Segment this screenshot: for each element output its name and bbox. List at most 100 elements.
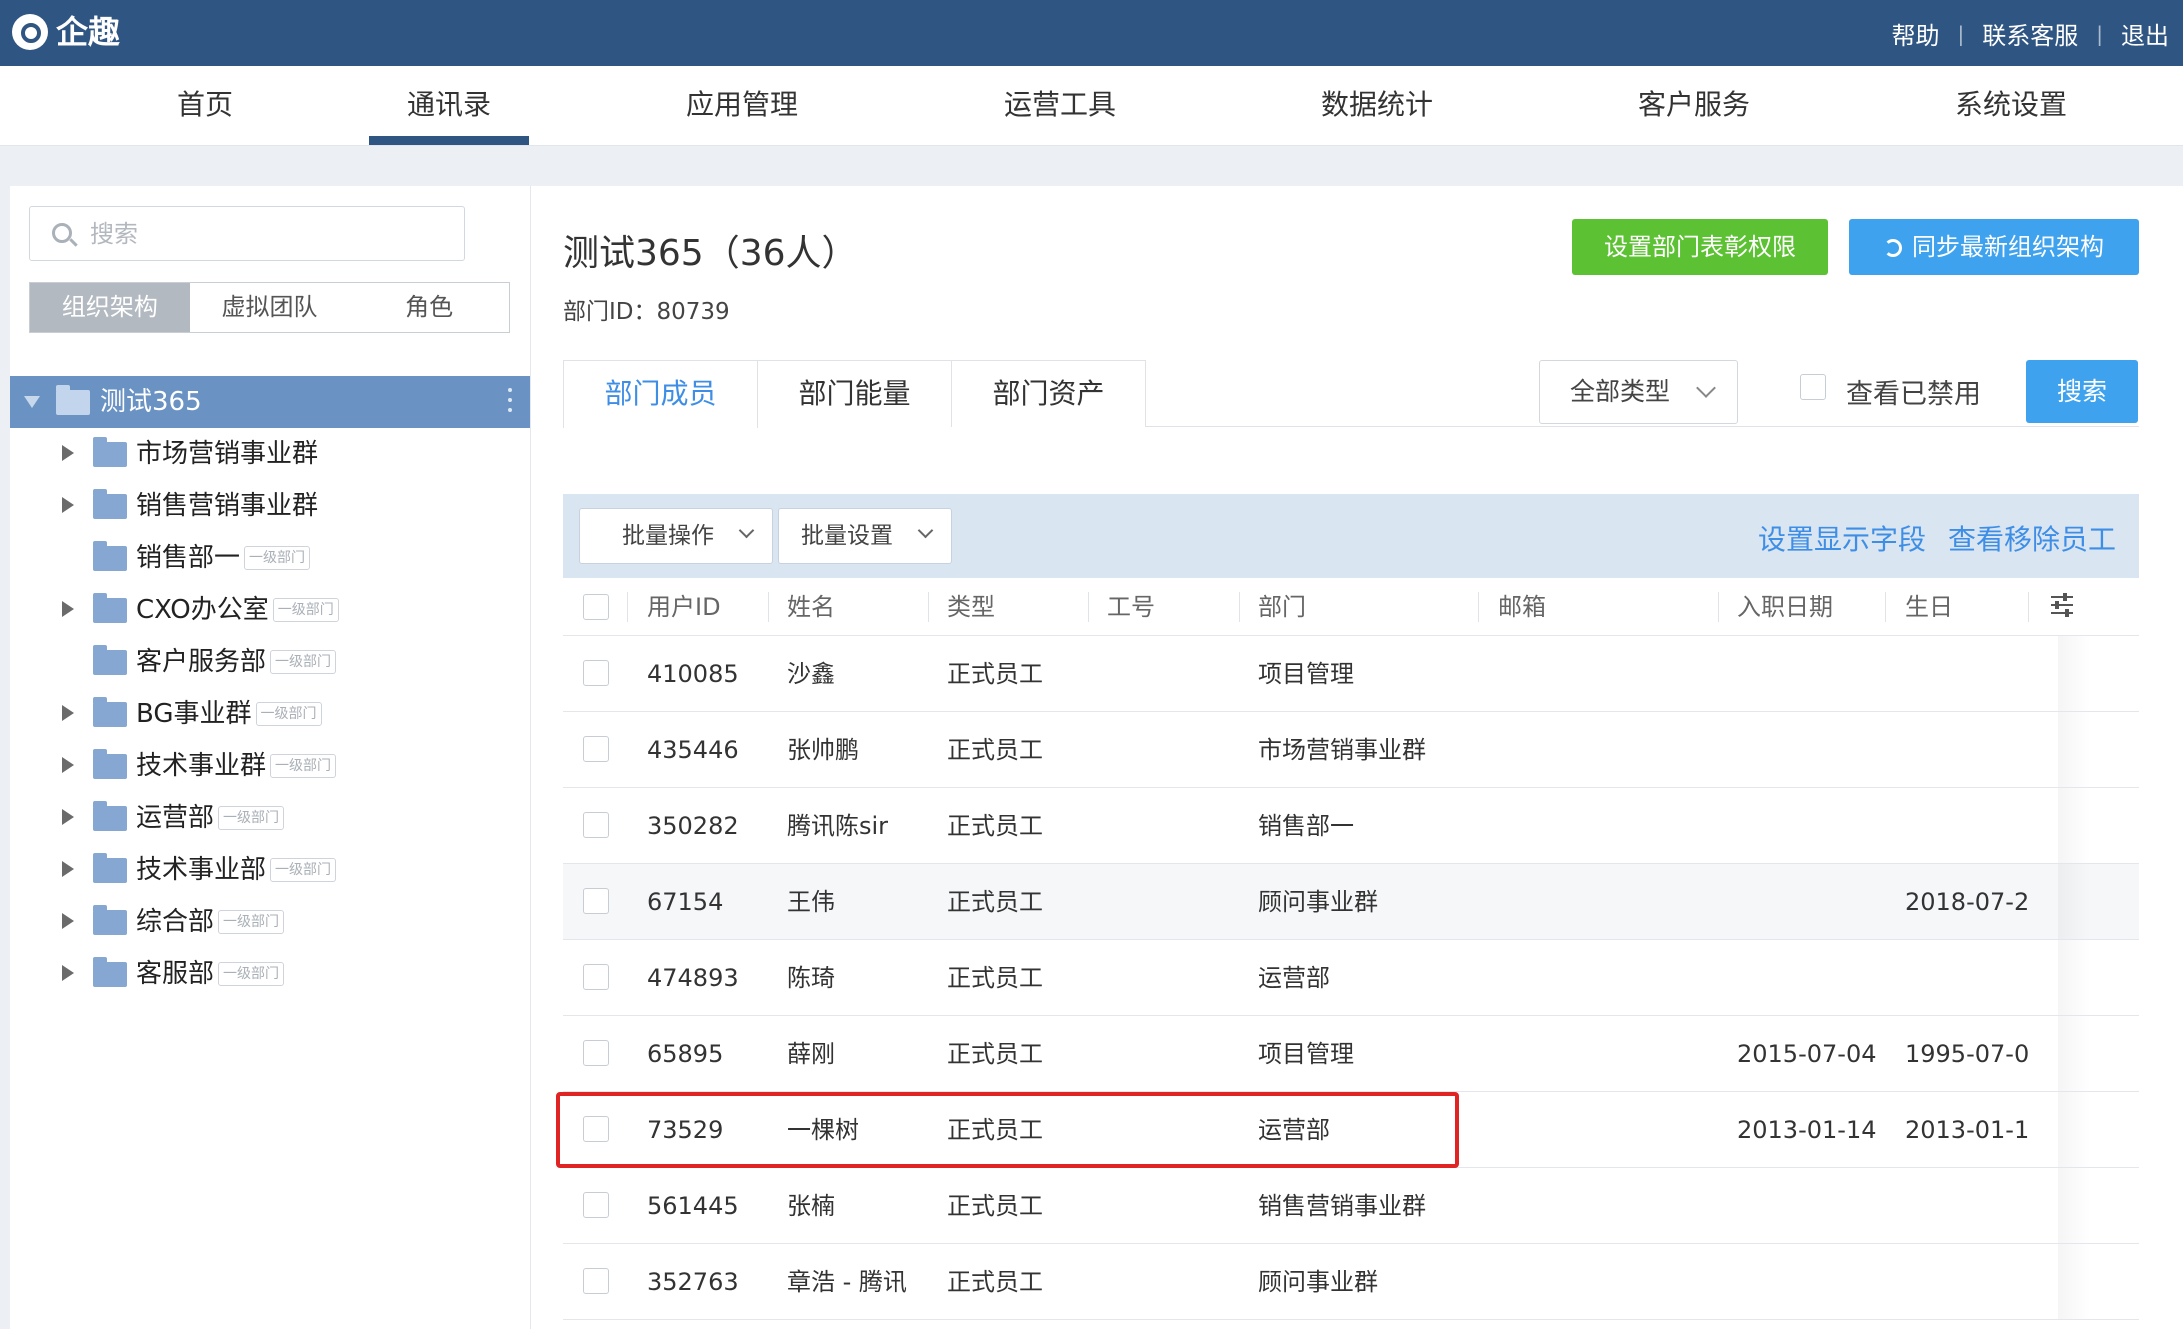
fixed-column-shadow [2058,940,2139,1015]
fixed-column-shadow [2058,1016,2139,1091]
column-separator [627,592,628,622]
column-separator [1478,592,1479,622]
type-select[interactable]: 全部类型 [1539,360,1738,424]
folder-icon [93,437,127,467]
nav-system-settings[interactable]: 系统设置 [1941,66,2081,146]
row-checkbox[interactable] [583,1040,609,1066]
fixed-column-shadow [2058,712,2139,787]
divider: | [2096,21,2103,46]
tree-node-label: 测试365 [100,387,202,417]
table-row[interactable]: 474893 陈琦 正式员工 运营部 [563,940,2139,1016]
row-checkbox[interactable] [583,812,609,838]
column-separator [1239,592,1240,622]
table-row[interactable]: 561445 张楠 正式员工 销售营销事业群 [563,1168,2139,1244]
select-all-checkbox[interactable] [583,594,609,620]
nav-customer-service[interactable]: 客户服务 [1624,66,1764,146]
nav-statistics[interactable]: 数据统计 [1307,66,1447,146]
set-display-fields-link[interactable]: 设置显示字段 [1758,518,1926,558]
col-department[interactable]: 部门 [1258,592,1306,622]
col-name[interactable]: 姓名 [787,592,835,622]
row-checkbox[interactable] [583,1268,609,1294]
contact-support-link[interactable]: 联系客服 [1982,16,2078,51]
more-icon[interactable] [508,388,512,416]
col-join-date[interactable]: 入职日期 [1737,592,1833,622]
tree-node[interactable]: CXO办公室 一级部门 [10,584,530,636]
org-sidebar: 组织架构 虚拟团队 角色 测试365 市场营销事业群 销售营销事业群 销售部一一… [10,186,530,1329]
tree-node[interactable]: 运营部 一级部门 [10,792,530,844]
caret-right-icon[interactable] [62,861,74,877]
tab-energy[interactable]: 部门能量 [757,360,952,427]
row-checkbox[interactable] [583,736,609,762]
search-input[interactable] [90,217,450,251]
table-row[interactable]: 65895 薛刚 正式员工 项目管理 2015-07-04 1995-07-04… [563,1016,2139,1092]
col-birthday[interactable]: 生日 [1905,592,1953,622]
segment-org-structure[interactable]: 组织架构 [30,283,190,332]
caret-right-icon[interactable] [62,809,74,825]
app-logo[interactable]: 企趣 [12,14,120,50]
help-link[interactable]: 帮助 [1892,16,1940,51]
sync-org-button[interactable]: 同步最新组织架构 [1849,219,2139,275]
caret-right-icon[interactable] [62,705,74,721]
logout-link[interactable]: 退出 [2121,16,2169,51]
batch-settings-button[interactable]: 批量设置 [778,508,952,564]
nav-operation-tools[interactable]: 运营工具 [990,66,1130,146]
table-row[interactable]: 410085 沙鑫 正式员工 项目管理 [563,636,2139,712]
nav-home[interactable]: 首页 [150,66,260,146]
folder-icon [93,801,127,831]
cell-type: 正式员工 [947,1040,1043,1068]
tree-node[interactable]: 综合部 一级部门 [10,896,530,948]
tree-node[interactable]: 客服部 一级部门 [10,948,530,1000]
batch-operations-button[interactable]: 批量操作 [579,508,773,564]
caret-right-icon[interactable] [62,965,74,981]
table-row[interactable]: 352763 章浩 - 腾讯 正式员工 顾问事业群 [563,1244,2139,1320]
row-checkbox[interactable] [583,1192,609,1218]
tree-node[interactable]: 销售营销事业群 [10,480,530,532]
col-employee-no[interactable]: 工号 [1107,592,1155,622]
col-email[interactable]: 邮箱 [1498,592,1546,622]
table-row[interactable]: 350282 腾讯陈sir 正式员工 销售部一 [563,788,2139,864]
cell-department: 顾问事业群 [1258,1268,1378,1296]
caret-right-icon[interactable] [62,913,74,929]
cell-join-date: 2015-07-04 [1737,1040,1877,1068]
caret-right-icon[interactable] [62,601,74,617]
column-settings-icon[interactable] [2051,593,2073,620]
row-checkbox[interactable] [583,964,609,990]
tree-node[interactable]: 市场营销事业群 [10,428,530,480]
tree-node[interactable]: 技术事业群 一级部门 [10,740,530,792]
col-user-id[interactable]: 用户ID [647,592,721,622]
nav-contacts[interactable]: 通讯录 [389,66,509,146]
caret-right-icon[interactable] [62,757,74,773]
dept-level-tag: 一级部门 [218,962,285,986]
show-disabled-checkbox[interactable] [1800,374,1826,400]
sync-icon [1884,239,1902,257]
caret-down-icon[interactable] [24,396,40,408]
tree-node[interactable]: BG事业群 一级部门 [10,688,530,740]
cell-user-id: 350282 [647,812,739,840]
nav-app-management[interactable]: 应用管理 [672,66,812,146]
table-row[interactable]: 435446 张帅鹏 正式员工 市场营销事业群 [563,712,2139,788]
row-checkbox[interactable] [583,660,609,686]
tree-root[interactable]: 测试365 [10,376,530,428]
show-disabled-label: 查看已禁用 [1846,379,1981,410]
table-row[interactable]: 67154 王伟 正式员工 顾问事业群 2018-07-29 阳历 [563,864,2139,940]
tree-node[interactable]: 客户服务部 一级部门 [10,636,530,688]
tab-assets[interactable]: 部门资产 [951,360,1146,427]
tab-members[interactable]: 部门成员 [563,360,758,428]
cell-department: 项目管理 [1258,1040,1354,1068]
folder-icon [93,957,127,987]
segment-role[interactable]: 角色 [349,283,509,332]
segment-virtual-team[interactable]: 虚拟团队 [190,283,350,332]
row-checkbox[interactable] [583,888,609,914]
tree-node[interactable]: 销售部一 一级部门 [10,532,530,584]
search-button[interactable]: 搜索 [2026,360,2138,423]
cell-user-id: 474893 [647,964,739,992]
caret-right-icon[interactable] [62,445,74,461]
table-toolbar: 批量操作 批量设置 设置显示字段 查看移除员工 [563,494,2139,578]
org-tree: 测试365 市场营销事业群 销售营销事业群 销售部一 一级部门 CXO办公室 一级部… [10,376,530,1000]
tree-node[interactable]: 技术事业部 一级部门 [10,844,530,896]
view-removed-link[interactable]: 查看移除员工 [1948,518,2116,558]
dept-level-tag: 一级部门 [218,910,285,934]
set-permission-button[interactable]: 设置部门表彰权限 [1572,219,1828,275]
caret-right-icon[interactable] [62,497,74,513]
col-type[interactable]: 类型 [947,592,995,622]
